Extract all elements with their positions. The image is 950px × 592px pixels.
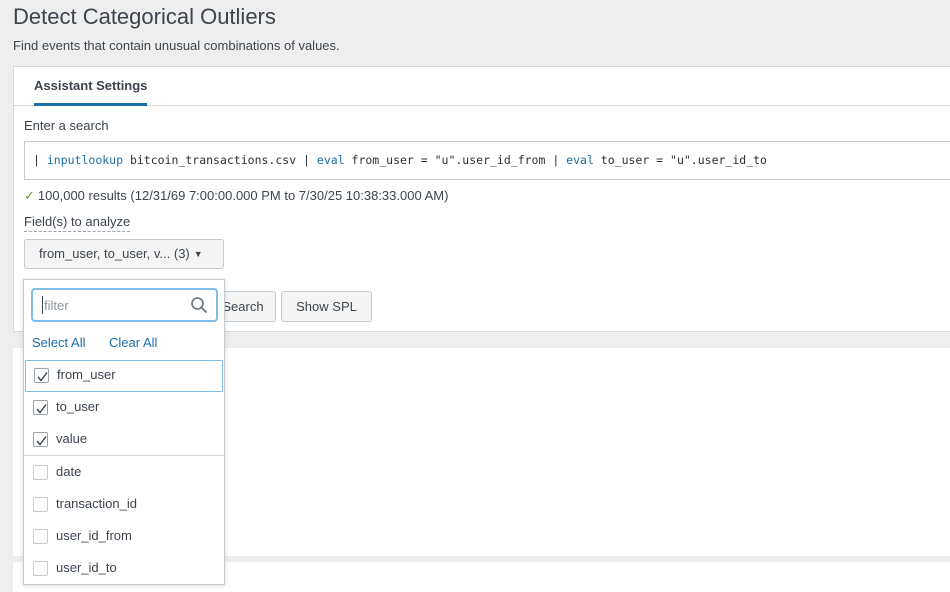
- search-segment: bitcoin_transactions.csv |: [123, 153, 317, 167]
- search-keyword: eval: [566, 153, 594, 167]
- field-option-label: value: [56, 431, 88, 446]
- tab-bar: Assistant Settings: [14, 67, 950, 106]
- checkmark-icon: [37, 372, 48, 382]
- field-option-label: user_id_to: [56, 560, 117, 575]
- search-segment: to_user = "u".user_id_to: [593, 153, 767, 167]
- checkmark-icon: [36, 404, 47, 414]
- select-all-link[interactable]: Select All: [32, 335, 85, 350]
- checkbox-unchecked: [33, 561, 48, 576]
- fields-selected-value: from_user, to_user, v... (3): [39, 246, 190, 261]
- checkbox-unchecked: [33, 529, 48, 544]
- search-query-input[interactable]: | inputlookup bitcoin_transactions.csv |…: [24, 141, 950, 180]
- field-option-value[interactable]: value: [24, 424, 224, 456]
- field-option-from-user[interactable]: from_user: [25, 360, 223, 392]
- tab-assistant-settings[interactable]: Assistant Settings: [34, 78, 148, 106]
- checkbox-unchecked: [33, 497, 48, 512]
- checkmark-icon: ✓: [24, 188, 35, 203]
- fields-multiselect[interactable]: from_user, to_user, v... (3) ▼: [24, 239, 224, 269]
- field-option-to-user[interactable]: to_user: [24, 392, 224, 424]
- field-option-transaction-id[interactable]: transaction_id: [24, 489, 224, 521]
- show-spl-button[interactable]: Show SPL: [281, 291, 372, 322]
- checkbox-unchecked: [33, 465, 48, 480]
- checkbox-checked: [33, 432, 48, 447]
- clear-all-link[interactable]: Clear All: [109, 335, 157, 350]
- search-icon: [191, 297, 207, 313]
- options-divider: [24, 455, 224, 456]
- page-title: Detect Categorical Outliers: [13, 4, 276, 29]
- field-option-label: date: [56, 464, 82, 479]
- results-text: 100,000 results (12/31/69 7:00:00.000 PM…: [37, 188, 449, 203]
- caret-down-icon: ▼: [193, 249, 203, 259]
- field-option-user-id-from[interactable]: user_id_from: [24, 521, 224, 553]
- search-keyword: eval: [316, 153, 345, 167]
- checkbox-checked: [33, 400, 48, 415]
- checkmark-icon: [36, 436, 47, 446]
- fields-label: Field(s) to analyze: [24, 214, 131, 232]
- field-option-label: to_user: [56, 399, 100, 414]
- field-option-label: user_id_from: [56, 528, 132, 543]
- field-option-label: from_user: [57, 367, 116, 382]
- search-segment: from_user = "u".user_id_from |: [344, 153, 567, 167]
- results-status: ✓ 100,000 results (12/31/69 7:00:00.000 P…: [24, 188, 448, 204]
- field-option-label: transaction_id: [56, 496, 137, 511]
- search-keyword: inputlookup: [46, 153, 124, 167]
- field-option-user-id-to[interactable]: user_id_to: [24, 553, 224, 584]
- field-option-date[interactable]: date: [24, 457, 224, 489]
- search-segment: |: [33, 153, 47, 167]
- filter-field-wrap: [31, 288, 218, 322]
- fields-dropdown-menu: Select All Clear All from_user to_user v…: [23, 279, 225, 585]
- checkbox-checked: [34, 368, 49, 383]
- page-subtitle: Find events that contain unusual combina…: [13, 38, 340, 53]
- filter-input[interactable]: [42, 296, 184, 314]
- search-label: Enter a search: [24, 118, 109, 133]
